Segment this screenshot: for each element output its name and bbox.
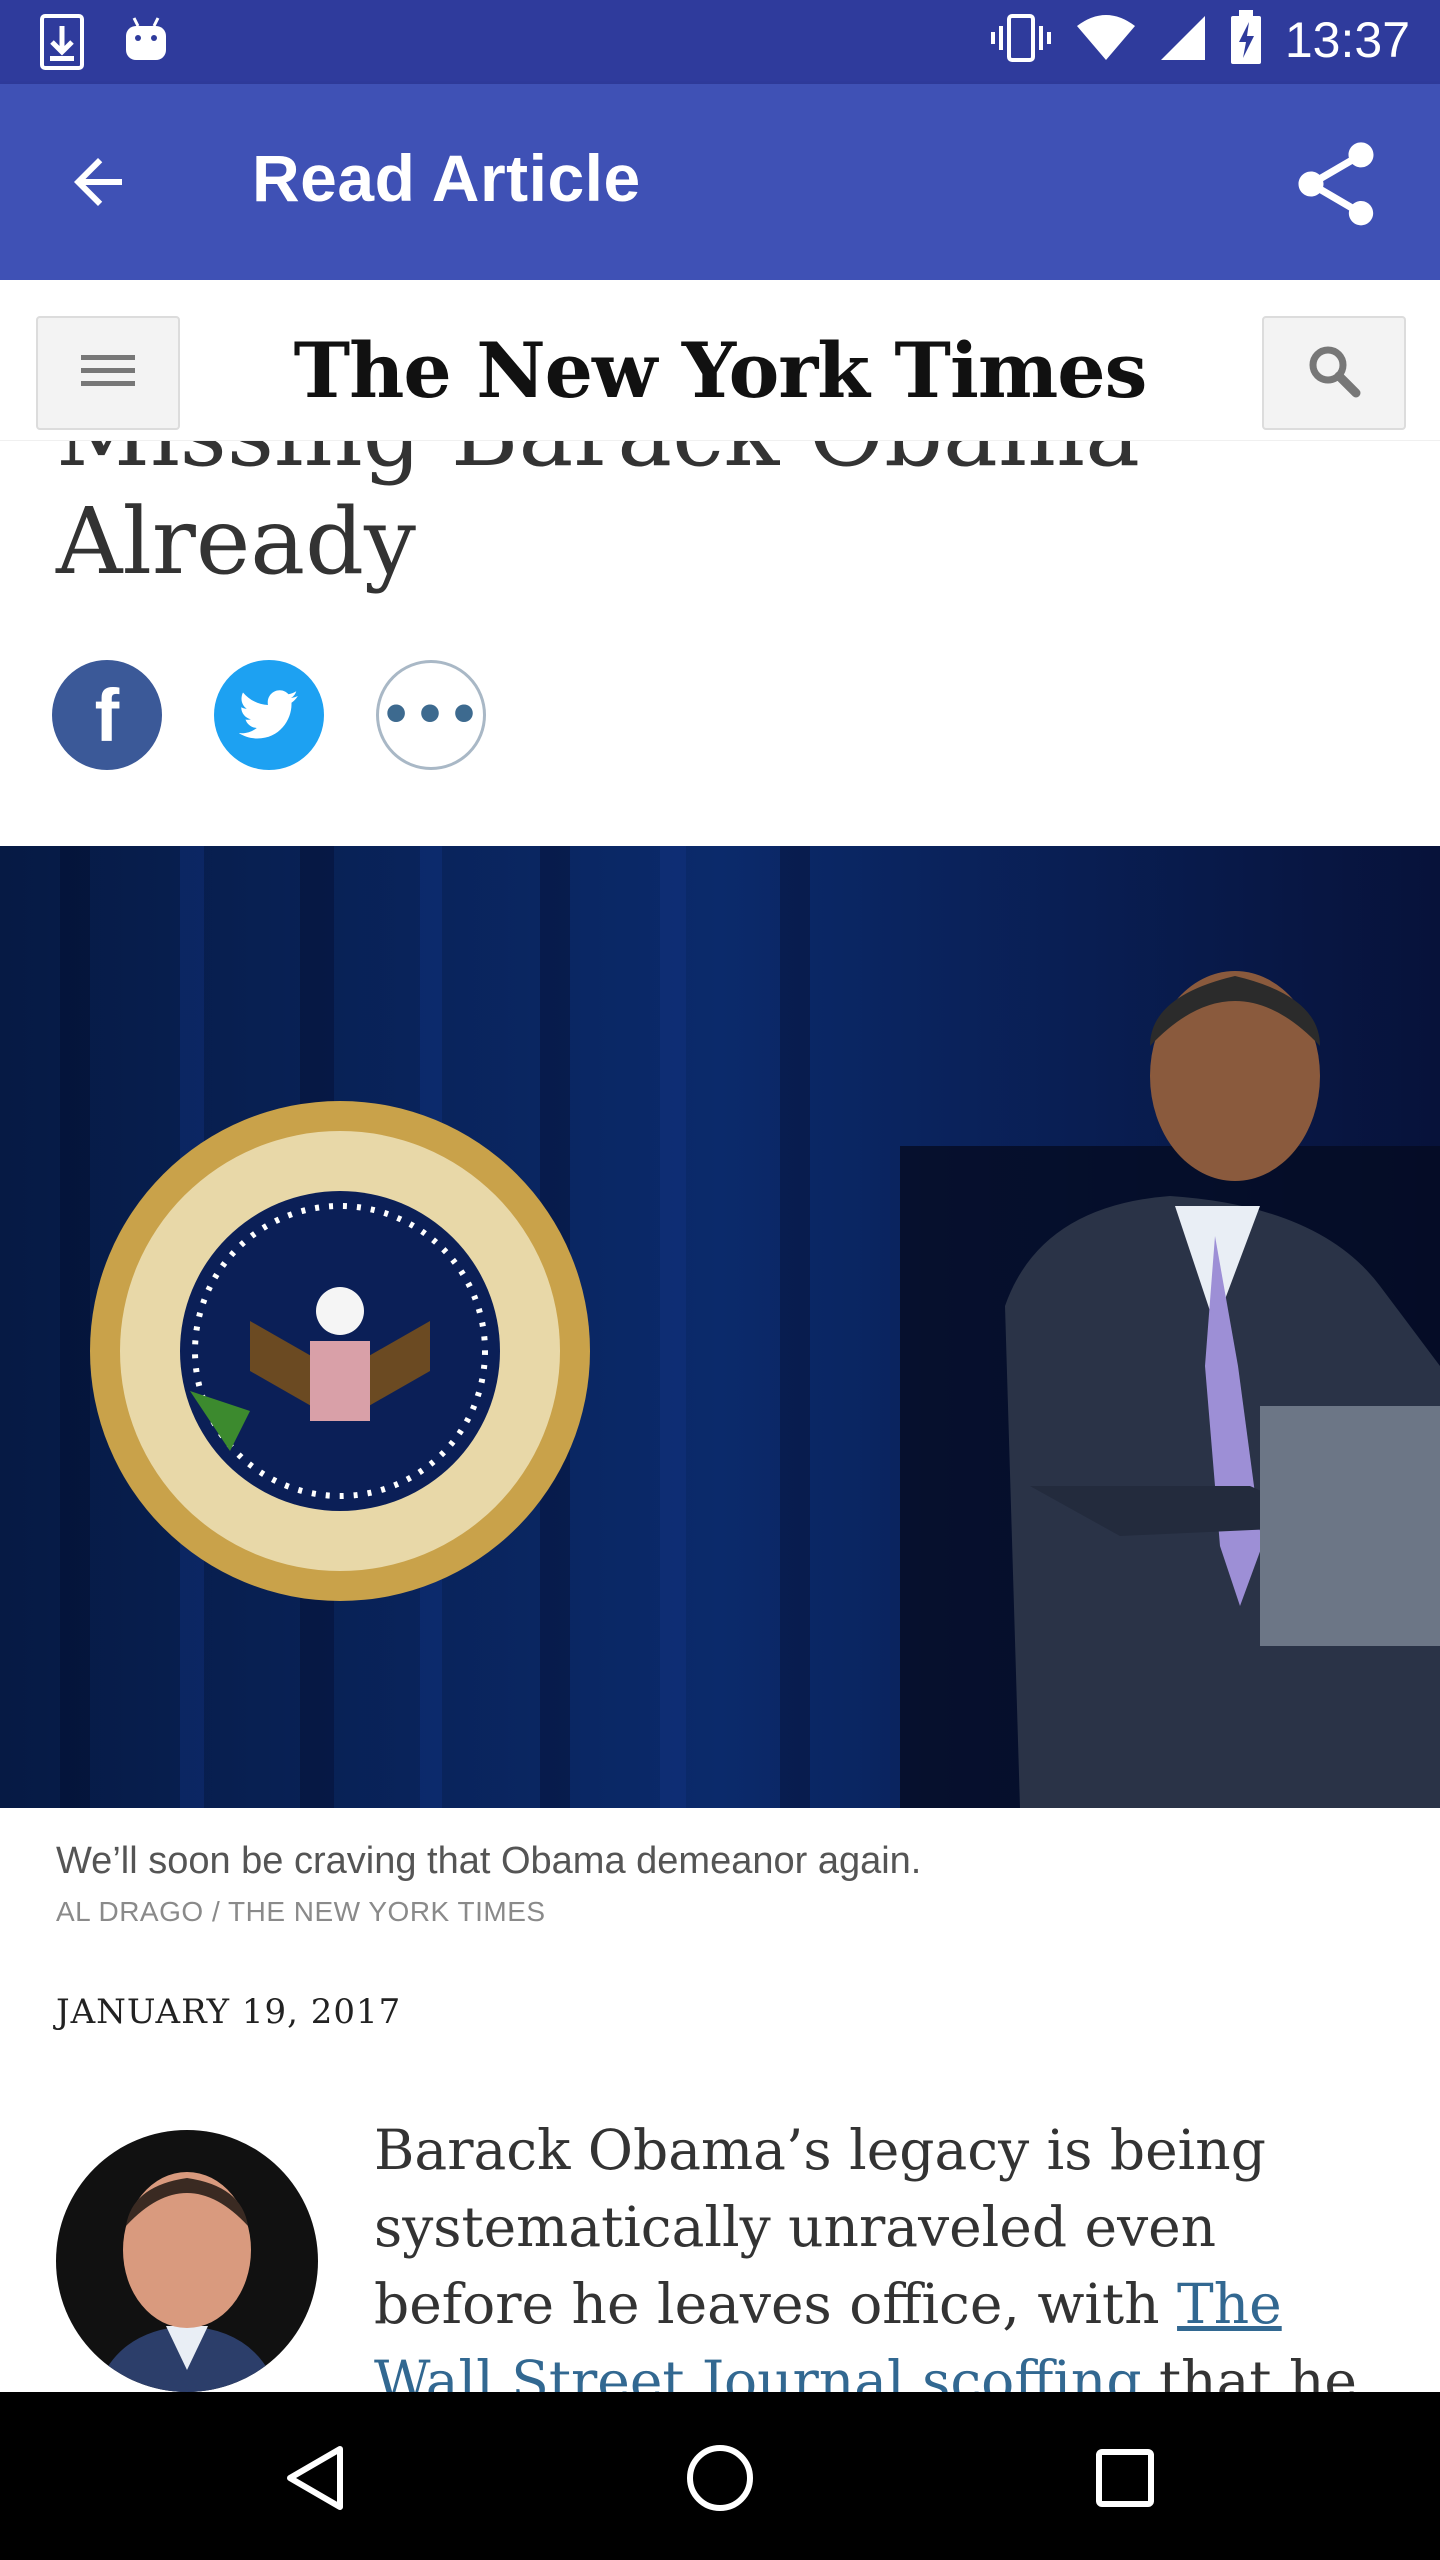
article-date: JANUARY 19, 2017 [56,1992,402,2032]
nav-recents-icon[interactable] [1075,2428,1175,2528]
nav-back-icon[interactable] [266,2428,366,2528]
share-row: f ••• [52,660,486,770]
wifi-icon [1075,14,1137,66]
status-bar: 13:37 [0,0,1440,84]
nyt-logo[interactable]: The New York Times [0,326,1440,415]
nav-home-icon[interactable] [670,2428,770,2528]
system-nav-bar [0,2392,1440,2560]
search-icon [1306,343,1362,403]
battery-charging-icon [1229,10,1263,70]
facebook-icon[interactable]: f [52,660,162,770]
nyt-header: The New York Times [0,280,1440,441]
article-photo [0,846,1440,1808]
photo-credit: AL DRAGO / THE NEW YORK TIMES [56,1896,546,1927]
arrow-back-icon[interactable] [62,146,134,222]
presidential-seal [90,1101,590,1601]
headline-last-line: Already [56,488,417,595]
twitter-icon[interactable] [214,660,324,770]
android-icon [124,14,168,74]
download-icon [40,14,84,74]
share-icon[interactable] [1286,134,1386,238]
more-icon[interactable]: ••• [376,660,486,770]
cell-signal-icon [1159,14,1207,66]
clock: 13:37 [1284,12,1410,68]
body-intro: Barack Obama’s legacy is being systemati… [374,2118,1266,2336]
author-avatar[interactable] [56,2130,318,2392]
app-bar: Read Article [0,84,1440,280]
vibrate-icon [989,12,1053,68]
app-bar-title: Read Article [252,141,641,215]
photo-caption: We’ll soon be craving that Obama demeano… [56,1840,922,1882]
search-button[interactable] [1262,316,1406,430]
